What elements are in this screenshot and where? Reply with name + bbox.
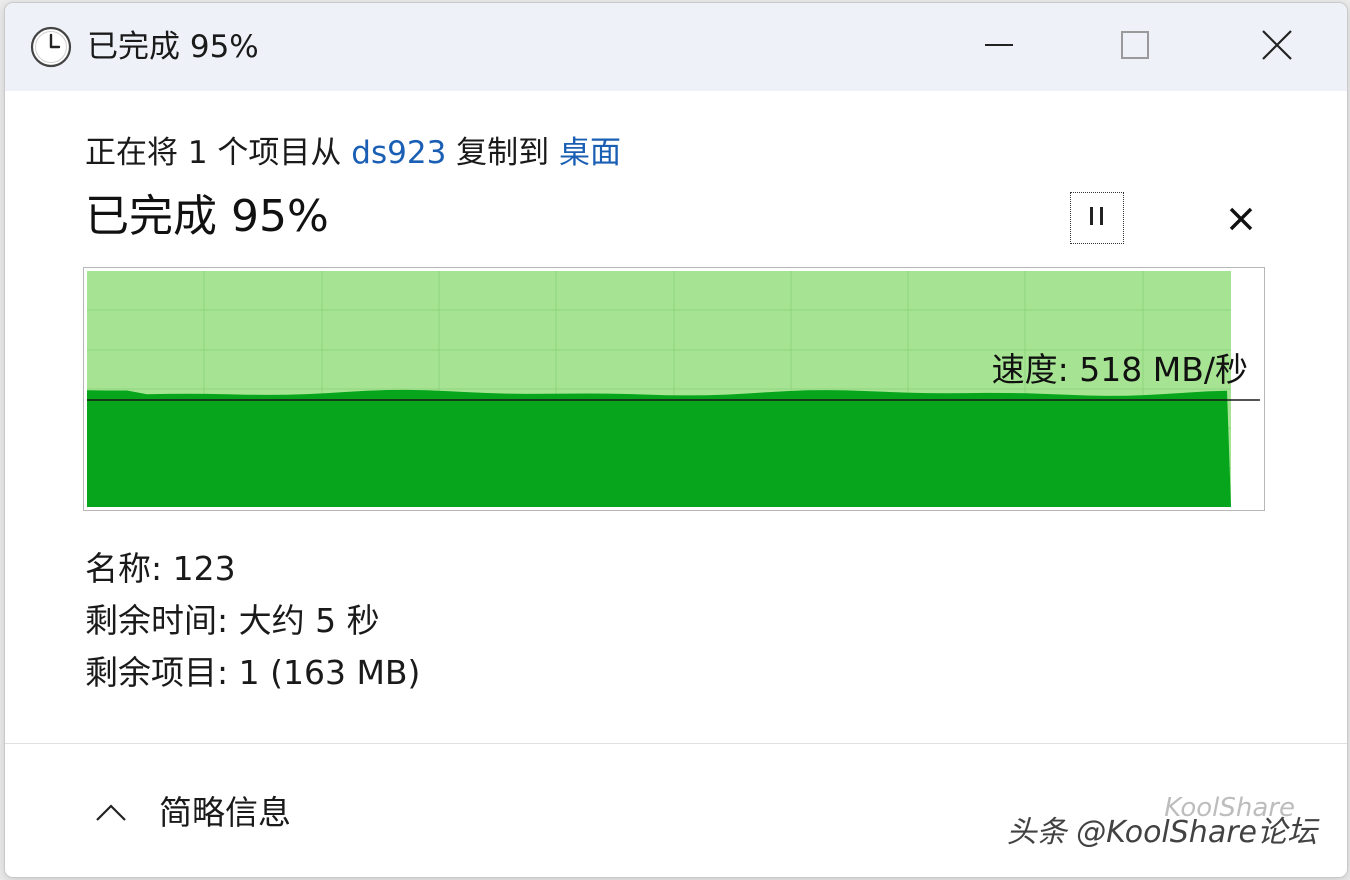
items-remaining-line: 剩余项目: 1 (163 MB) bbox=[85, 653, 421, 692]
fewer-details-toggle[interactable]: 简略信息 bbox=[93, 788, 291, 838]
pause-button[interactable] bbox=[1070, 192, 1124, 244]
copy-prefix: 正在将 1 个项目从 bbox=[85, 135, 352, 171]
x-icon bbox=[1228, 206, 1254, 236]
maximize-icon bbox=[1120, 30, 1150, 64]
source-link[interactable]: ds923 bbox=[351, 135, 446, 171]
pause-icon bbox=[1085, 204, 1109, 232]
title-bar[interactable]: 已完成 95% bbox=[5, 3, 1347, 91]
chevron-up-icon bbox=[93, 801, 129, 825]
copy-middle: 复制到 bbox=[446, 135, 560, 171]
minimize-icon bbox=[984, 30, 1014, 64]
file-copy-dialog: 已完成 95% 正在将 1 个项目从 ds923 复制到 桌面 已完成 95% bbox=[4, 2, 1348, 878]
window-title: 已完成 95% bbox=[87, 29, 259, 65]
progress-heading: 已完成 95% bbox=[85, 191, 329, 242]
maximize-button[interactable] bbox=[1095, 15, 1175, 79]
close-button[interactable] bbox=[1237, 15, 1317, 79]
file-name-line: 名称: 123 bbox=[85, 549, 236, 588]
copy-description: 正在将 1 个项目从 ds923 复制到 桌面 bbox=[85, 131, 621, 175]
time-remaining-line: 剩余时间: 大约 5 秒 bbox=[85, 601, 380, 640]
minimize-button[interactable] bbox=[959, 15, 1039, 79]
watermark: 头条 @KoolShare论坛 bbox=[1006, 815, 1317, 850]
completed-speed-area bbox=[87, 388, 1231, 507]
close-icon bbox=[1261, 29, 1293, 65]
destination-link[interactable]: 桌面 bbox=[559, 135, 621, 171]
clock-icon bbox=[29, 25, 73, 69]
dialog-footer: 简略信息 bbox=[5, 744, 1347, 877]
speed-label: 速度: 518 MB/秒 bbox=[991, 350, 1248, 389]
transfer-speed-graph: 速度: 518 MB/秒 bbox=[83, 267, 1265, 511]
fewer-details-label: 简略信息 bbox=[159, 793, 291, 832]
cancel-button[interactable] bbox=[1219, 199, 1263, 243]
